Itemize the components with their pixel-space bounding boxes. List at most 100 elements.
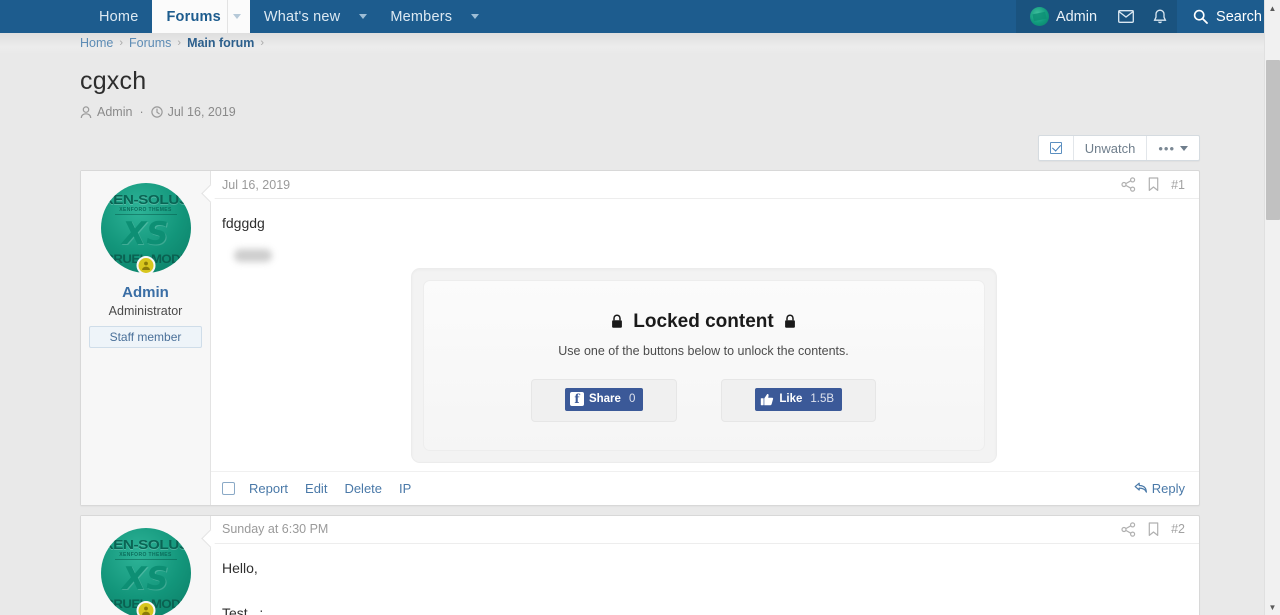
post-2: XEN-SOLUS XENFORO THEMES XS CRUEL-MODZ A… (80, 514, 1200, 615)
post-body-line-1: Hello, (222, 559, 258, 576)
post-body-text: fdggdg (222, 215, 265, 231)
lock-icon (784, 314, 795, 328)
lock-icon (612, 314, 623, 328)
bell-icon (1153, 9, 1167, 23)
envelope-icon (1118, 10, 1134, 23)
thumbs-up-icon (761, 393, 774, 406)
nav-tab-forums-dropdown[interactable] (227, 0, 250, 33)
avatar-mark-text: XS (122, 216, 169, 252)
breadcrumb-separator: › (260, 37, 265, 49)
nav-tab-whats-new-dropdown[interactable] (354, 0, 376, 33)
avatar-wrapper[interactable]: XEN-SOLUS XENFORO THEMES XS CRUEL-MODZ (100, 183, 191, 275)
facebook-like-widget: Like 1.5B (721, 378, 877, 422)
breadcrumb-item-main-forum[interactable]: Main forum (187, 36, 254, 50)
breadcrumb: Home › Forums › Main forum › (0, 33, 1280, 53)
locked-content-title-row: Locked content (434, 307, 974, 336)
share-icon[interactable] (1121, 177, 1136, 192)
edit-link[interactable]: Edit (305, 481, 327, 496)
alerts-button[interactable] (1143, 0, 1178, 33)
scroll-up-icon[interactable]: ▲ (1265, 0, 1280, 16)
unwatch-button[interactable]: Unwatch (1074, 136, 1148, 160)
avatar-top-text: XEN-SOLUS (102, 192, 189, 207)
nav-account-menu[interactable]: Admin (1015, 0, 1110, 33)
facebook-like-button[interactable]: Like 1.5B (755, 387, 843, 412)
chevron-down-icon (359, 14, 368, 19)
nav-tab-forums[interactable]: Forums (152, 0, 228, 33)
staff-member-badge: Staff member (89, 326, 202, 348)
thread-meta-separator: · (139, 105, 144, 119)
avatar-sub-text: XENFORO THEMES (119, 207, 172, 213)
post-body: Hello, Test.. : (211, 544, 1199, 615)
reply-arrow-icon (1134, 482, 1147, 493)
breadcrumb-separator: › (119, 37, 124, 49)
ip-link[interactable]: IP (399, 481, 411, 496)
user-glyph-icon (141, 606, 150, 615)
scrollbar-thumb[interactable] (1266, 60, 1280, 220)
watch-state-toggle[interactable] (1039, 136, 1074, 160)
page-scrollbar[interactable]: ▲ ▼ (1264, 0, 1280, 615)
nav-tab-members[interactable]: Members (376, 0, 466, 33)
avatar-sub-text: XENFORO THEMES (119, 551, 172, 558)
post-select-checkbox[interactable] (222, 481, 235, 495)
avatar-mark-text: XS (122, 560, 169, 597)
post-body: fdggdg Locked content Use one of the but… (211, 199, 1199, 471)
post-main: Jul 16, 2019 #1 fdggdg Locked content Us… (211, 171, 1199, 505)
locked-content-container: Locked content Use one of the buttons be… (410, 267, 997, 463)
facebook-share-widget: f Share 0 (530, 378, 678, 422)
avatar-divider (114, 558, 177, 560)
avatar-divider (114, 214, 177, 215)
post-header: Sunday at 6:30 PM #2 (211, 516, 1199, 544)
post-number[interactable]: #1 (1171, 178, 1185, 192)
post-date[interactable]: Sunday at 6:30 PM (222, 522, 328, 536)
post-author-card: XEN-SOLUS XENFORO THEMES XS CRUEL-MODZ A… (81, 515, 211, 615)
reply-button[interactable]: Reply (1134, 481, 1185, 496)
facebook-share-button[interactable]: f Share 0 (564, 387, 644, 412)
breadcrumb-item-forums[interactable]: Forums (129, 36, 171, 50)
post-1: XEN-SOLUS XENFORO THEMES XS CRUEL-MODZ A… (80, 170, 1200, 506)
post-footer: Report Edit Delete IP Reply (211, 470, 1199, 505)
thread-more-menu[interactable]: ••• (1147, 136, 1199, 160)
post-header-actions: #1 (1121, 177, 1185, 192)
thread-action-bar: Unwatch ••• (80, 135, 1200, 161)
chevron-down-icon (471, 14, 480, 19)
nav-tab-whats-new[interactable]: What's new (250, 0, 355, 33)
watch-button-group: Unwatch ••• (1037, 135, 1200, 161)
bookmark-icon[interactable] (1148, 177, 1159, 192)
scroll-down-icon[interactable]: ▼ (1265, 599, 1280, 615)
search-label: Search (1216, 8, 1262, 25)
nav-tab-group-forums: Forums (152, 0, 250, 33)
nav-tab-group-whats-new: What's new (250, 0, 377, 33)
avatar-wrapper[interactable]: XEN-SOLUS XENFORO THEMES XS CRUEL-MODZ (100, 527, 191, 615)
blurred-placeholder-element (234, 248, 272, 262)
nav-tab-members-dropdown[interactable] (466, 0, 488, 33)
bookmark-icon[interactable] (1148, 521, 1159, 537)
nav-tab-home[interactable]: Home (85, 0, 152, 33)
post-date[interactable]: Jul 16, 2019 (222, 178, 290, 192)
thread-date[interactable]: Jul 16, 2019 (168, 105, 236, 119)
thread-author[interactable]: Admin (97, 105, 132, 119)
page-content: cgxch Admin · Jul 16, 2019 Unwatch ••• X… (0, 67, 1280, 615)
post-number[interactable]: #2 (1171, 522, 1185, 536)
facebook-like-label: Like (779, 392, 803, 405)
post-author-username[interactable]: Admin (89, 284, 202, 301)
facebook-share-count: 0 (628, 392, 636, 405)
delete-link[interactable]: Delete (344, 481, 382, 496)
page-title: cgxch (80, 67, 147, 95)
report-link[interactable]: Report (249, 481, 288, 496)
breadcrumb-item-home[interactable]: Home (80, 36, 113, 50)
online-status-icon (136, 256, 155, 275)
share-icon[interactable] (1121, 521, 1136, 537)
clock-icon (150, 106, 163, 118)
search-icon (1193, 9, 1208, 24)
chevron-down-icon (232, 14, 241, 19)
breadcrumb-separator: › (177, 37, 182, 49)
locked-content-subtitle: Use one of the buttons below to unlock t… (558, 344, 849, 359)
locked-content-panel: Locked content Use one of the buttons be… (422, 279, 985, 451)
inbox-button[interactable] (1109, 0, 1144, 33)
avatar-top-text: XEN-SOLUS (102, 536, 189, 552)
thread-meta: Admin · Jul 16, 2019 (80, 105, 1200, 119)
facebook-share-label: Share (588, 392, 621, 405)
nav-tab-group-home: Home (85, 0, 152, 33)
unlock-buttons-row: f Share 0 Like 1.5B (434, 378, 974, 422)
user-glyph-icon (141, 261, 150, 270)
